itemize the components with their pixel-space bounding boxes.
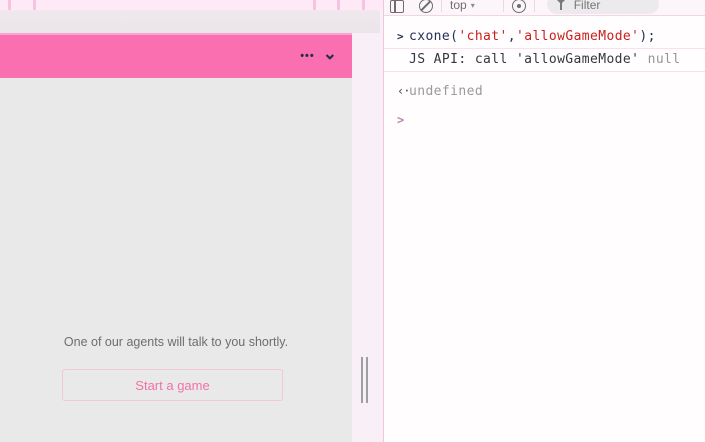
- command-comma: ,: [508, 29, 516, 44]
- chat-widget: ••• ⌄ One of our agents will talk to you…: [0, 33, 352, 442]
- resize-handle-bar: [361, 357, 363, 403]
- return-arrow-icon: ‹·: [397, 84, 409, 99]
- screenshot-root: ••• ⌄ One of our agents will talk to you…: [0, 0, 705, 442]
- command-close: );: [639, 29, 655, 44]
- console-message-list: > cxone('chat','allowGameMode'); JS API:…: [384, 16, 705, 132]
- page-header-band: [0, 10, 380, 33]
- page-top-strip: [0, 0, 383, 10]
- context-label: top: [450, 0, 467, 12]
- command-fn: cxone(: [409, 29, 458, 44]
- ruler-tick: [362, 0, 365, 10]
- start-game-button[interactable]: Start a game: [62, 369, 283, 401]
- resize-handle[interactable]: [361, 357, 369, 403]
- ruler-tick: [313, 0, 316, 10]
- resize-handle-bar: [366, 357, 368, 403]
- chevron-down-icon: ▾: [471, 1, 475, 10]
- clear-console-icon: [419, 0, 433, 13]
- filter-input[interactable]: [572, 0, 640, 13]
- devtools-console-panel: top ▾ > cxone('chat','allowGameMode'); J…: [383, 0, 705, 442]
- console-sidebar-button[interactable]: [390, 0, 404, 14]
- agent-status-message: One of our agents will talk to you short…: [0, 335, 352, 349]
- more-options-icon[interactable]: •••: [300, 51, 315, 62]
- log-text: JS API: call 'allowGameMode' null: [409, 52, 681, 67]
- command-text: cxone('chat','allowGameMode');: [409, 29, 656, 44]
- toolbar-separator: [503, 0, 504, 12]
- console-sidebar-icon: [390, 0, 404, 13]
- console-filter-field[interactable]: [547, 0, 659, 14]
- toolbar-separator: [441, 0, 442, 12]
- log-null-value: [639, 52, 647, 67]
- console-command-echo[interactable]: > cxone('chat','allowGameMode');: [384, 16, 705, 49]
- console-log-message[interactable]: JS API: call 'allowGameMode' null: [384, 49, 705, 72]
- console-input-line[interactable]: >: [384, 105, 705, 132]
- log-null: null: [648, 52, 681, 67]
- command-chevron-icon: >: [397, 29, 409, 44]
- prompt-chevron-icon: >: [397, 113, 409, 128]
- clear-console-button[interactable]: [404, 0, 433, 14]
- eye-icon: [512, 0, 526, 13]
- command-arg1: 'chat': [458, 29, 507, 44]
- command-arg2: 'allowGameMode': [516, 29, 639, 44]
- live-expression-button[interactable]: [512, 0, 526, 14]
- console-toolbar: top ▾: [384, 0, 705, 16]
- toolbar-separator: [534, 0, 535, 12]
- chat-widget-header[interactable]: ••• ⌄: [0, 33, 352, 78]
- filter-funnel-icon: [557, 0, 566, 10]
- log-message: JS API: call 'allowGameMode': [409, 52, 639, 67]
- webpage-background: ••• ⌄ One of our agents will talk to you…: [0, 0, 383, 442]
- ruler-tick: [337, 0, 340, 10]
- result-value: undefined: [409, 84, 483, 99]
- console-result-line[interactable]: ‹· undefined: [384, 72, 705, 105]
- javascript-context-selector[interactable]: top ▾: [450, 0, 475, 12]
- minimize-chevron-icon[interactable]: ⌄: [323, 45, 337, 62]
- ruler-tick: [33, 0, 36, 10]
- ruler-tick: [8, 0, 11, 10]
